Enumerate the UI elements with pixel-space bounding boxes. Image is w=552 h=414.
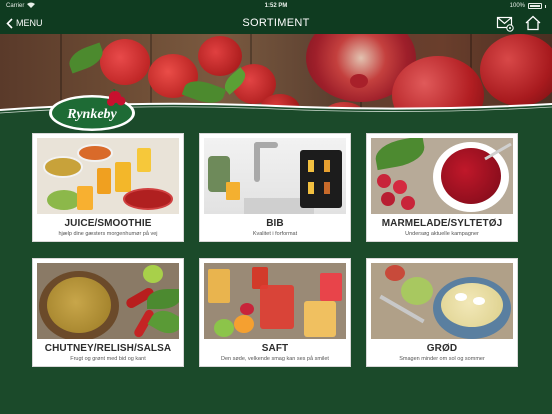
carrier-label: Carrier: [6, 3, 25, 9]
card-subtitle: Smagen minder om sol og sommer: [399, 356, 485, 362]
battery-icon: [528, 3, 542, 9]
category-card-juice-smoothie[interactable]: JUICE/SMOOTHIE hjælp dine gæsters morgen…: [32, 133, 184, 242]
category-card-saft[interactable]: SAFT Den søde, velkende smag kan ses på …: [199, 258, 351, 367]
card-title: CHUTNEY/RELISH/SALSA: [44, 343, 172, 354]
rynkeby-logo: Rynkeby: [49, 89, 135, 131]
card-title: JUICE/SMOOTHIE: [64, 218, 152, 229]
chutney-photo: [37, 263, 179, 339]
card-subtitle: Den søde, velkende smag kan ses på smile…: [221, 356, 329, 362]
card-subtitle: Undersøg aktuelle kampagner: [405, 231, 479, 237]
home-icon[interactable]: [524, 14, 542, 32]
juice-smoothie-photo: [37, 138, 179, 214]
svg-text:Rynkeby: Rynkeby: [66, 107, 117, 122]
category-card-grod[interactable]: GRØD Smagen minder om sol og sommer: [366, 258, 518, 367]
card-title: SAFT: [261, 343, 289, 354]
marmelade-photo: [371, 138, 513, 214]
status-bar: Carrier 1:52 PM 100%: [0, 0, 552, 12]
card-subtitle: Frugt og grønt med bid og kant: [70, 356, 146, 362]
grod-photo: [371, 263, 513, 339]
strawberry-image: [100, 39, 150, 85]
wifi-icon: [27, 2, 36, 10]
card-title: MARMELADE/SYLTETØJ: [381, 218, 503, 229]
card-subtitle: hjælp dine gæsters morgenhumør på vej: [58, 231, 158, 237]
category-card-chutney-relish-salsa[interactable]: CHUTNEY/RELISH/SALSA Frugt og grønt med …: [32, 258, 184, 367]
mail-settings-icon[interactable]: [496, 14, 514, 32]
clock: 1:52 PM: [264, 3, 288, 9]
saft-photo: [204, 263, 346, 339]
card-subtitle: Kvalitet i forformat: [252, 231, 298, 237]
category-card-bib[interactable]: BIB Kvalitet i forformat: [199, 133, 351, 242]
card-title: GRØD: [426, 343, 458, 354]
card-title: BIB: [266, 218, 284, 229]
category-card-marmelade-syltetoj[interactable]: MARMELADE/SYLTETØJ Undersøg aktuelle kam…: [366, 133, 518, 242]
bib-photo: [204, 138, 346, 214]
battery-percent: 100%: [509, 3, 525, 9]
navigation-bar: MENU SORTIMENT: [0, 12, 552, 34]
page-title: SORTIMENT: [242, 17, 310, 29]
